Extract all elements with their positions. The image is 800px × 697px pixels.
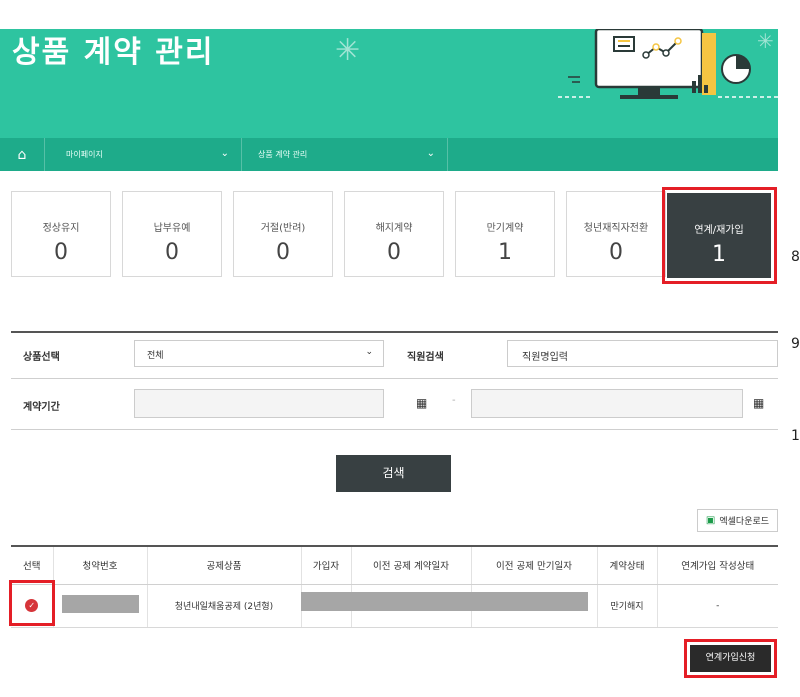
summary-card-normal[interactable]: 정상유지 0 [11, 191, 111, 277]
product-cell: 청년내일채움공제 (2년형) [146, 584, 301, 628]
summary-card-label: 납부유예 [153, 223, 191, 234]
period-end-input[interactable] [471, 389, 743, 418]
page-banner: 상품 계약 관리 ✳ ✳ ⌂ 마이페이지 ⌄ 상품 계약 관리 ⌄ [0, 29, 778, 171]
excel-download-button[interactable]: ▣ 엑셀다운로드 [697, 509, 778, 532]
breadcrumb: ⌂ 마이페이지 ⌄ 상품 계약 관리 ⌄ [0, 138, 778, 171]
summary-card-label: 정상유지 [42, 223, 80, 234]
highlight-box [662, 187, 777, 284]
calendar-icon[interactable]: ▦ [416, 396, 427, 410]
form-divider [11, 378, 778, 379]
column-header: 공제상품 [146, 545, 301, 585]
summary-card-value: 0 [609, 240, 623, 265]
summary-card-value: 1 [498, 240, 512, 265]
period-separator: - [452, 395, 456, 406]
breadcrumb-contract-label: 상품 계약 관리 [258, 150, 308, 159]
side-label: 9 [791, 336, 800, 352]
summary-card-youth-conversion[interactable]: 청년재직자전환 0 [566, 191, 666, 277]
summary-card-value: 0 [54, 240, 68, 265]
chevron-down-icon: ⌄ [365, 347, 373, 357]
form-divider [11, 429, 778, 430]
summary-card-deferred[interactable]: 납부유예 0 [122, 191, 222, 277]
column-header: 이전 공제 계약일자 [350, 545, 471, 585]
contract-table: 선택 청약번호 공제상품 가입자 이전 공제 계약일자 이전 공제 만기일자 계… [11, 545, 778, 628]
period-start-input[interactable] [134, 389, 384, 418]
search-button[interactable]: 검색 [336, 455, 451, 492]
page: 상품 계약 관리 ✳ ✳ ⌂ 마이페이지 ⌄ 상품 계약 관리 ⌄ 정상유지 0… [0, 0, 800, 697]
summary-card-matured[interactable]: 만기계약 1 [455, 191, 555, 277]
summary-card-value: 0 [276, 240, 290, 265]
page-title: 상품 계약 관리 [12, 35, 215, 70]
summary-card-terminated[interactable]: 해지계약 0 [344, 191, 444, 277]
summary-card-value: 0 [387, 240, 401, 265]
breadcrumb-mypage-dropdown[interactable]: 마이페이지 ⌄ [45, 138, 242, 171]
employee-search-input[interactable]: 직원명입력 [507, 340, 778, 367]
excel-download-label: 엑셀다운로드 [719, 517, 770, 527]
masked-value [301, 592, 588, 611]
summary-card-label: 거절(반려) [260, 223, 306, 234]
highlight-box [9, 580, 55, 626]
summary-card-rejected[interactable]: 거절(반려) 0 [233, 191, 333, 277]
breadcrumb-home[interactable]: ⌂ [0, 138, 45, 171]
side-label: 8 [791, 249, 800, 265]
product-select-label: 상품선택 [23, 352, 60, 363]
employee-search-label: 직원검색 [407, 352, 444, 363]
product-select-value: 전체 [147, 351, 164, 361]
breadcrumb-mypage-label: 마이페이지 [66, 150, 103, 159]
masked-value [61, 595, 139, 613]
link-status-cell: - [656, 584, 778, 628]
application-number-cell [52, 584, 147, 628]
summary-card-value: 0 [165, 240, 179, 265]
contract-status-cell: 만기해지 [596, 584, 657, 628]
column-header: 청약번호 [52, 545, 147, 585]
table-header-row: 선택 청약번호 공제상품 가입자 이전 공제 계약일자 이전 공제 만기일자 계… [11, 545, 778, 585]
column-header: 계약상태 [596, 545, 657, 585]
monitor-illustration-icon [558, 29, 778, 99]
calendar-icon[interactable]: ▦ [753, 396, 764, 410]
contract-period-label: 계약기간 [23, 402, 60, 413]
highlight-box [684, 639, 777, 678]
product-select[interactable]: 전체 ⌄ [134, 340, 384, 367]
chevron-down-icon: ⌄ [426, 148, 435, 159]
sparkle-icon: ✳ [335, 33, 361, 68]
side-label: 1 [791, 428, 800, 444]
breadcrumb-contract-dropdown[interactable]: 상품 계약 관리 ⌄ [242, 138, 448, 171]
summary-card-label: 청년재직자전환 [583, 223, 649, 234]
summary-card-label: 해지계약 [375, 223, 413, 234]
home-icon: ⌂ [17, 146, 27, 163]
column-header: 이전 공제 만기일자 [470, 545, 597, 585]
employee-search-placeholder: 직원명입력 [522, 352, 568, 363]
column-header: 연계가입 작성상태 [656, 545, 778, 585]
form-divider [11, 331, 778, 333]
excel-icon: ▣ [705, 515, 716, 526]
summary-card-label: 만기계약 [486, 223, 524, 234]
column-header: 선택 [11, 545, 53, 585]
column-header: 가입자 [300, 545, 351, 585]
chevron-down-icon: ⌄ [220, 148, 229, 159]
